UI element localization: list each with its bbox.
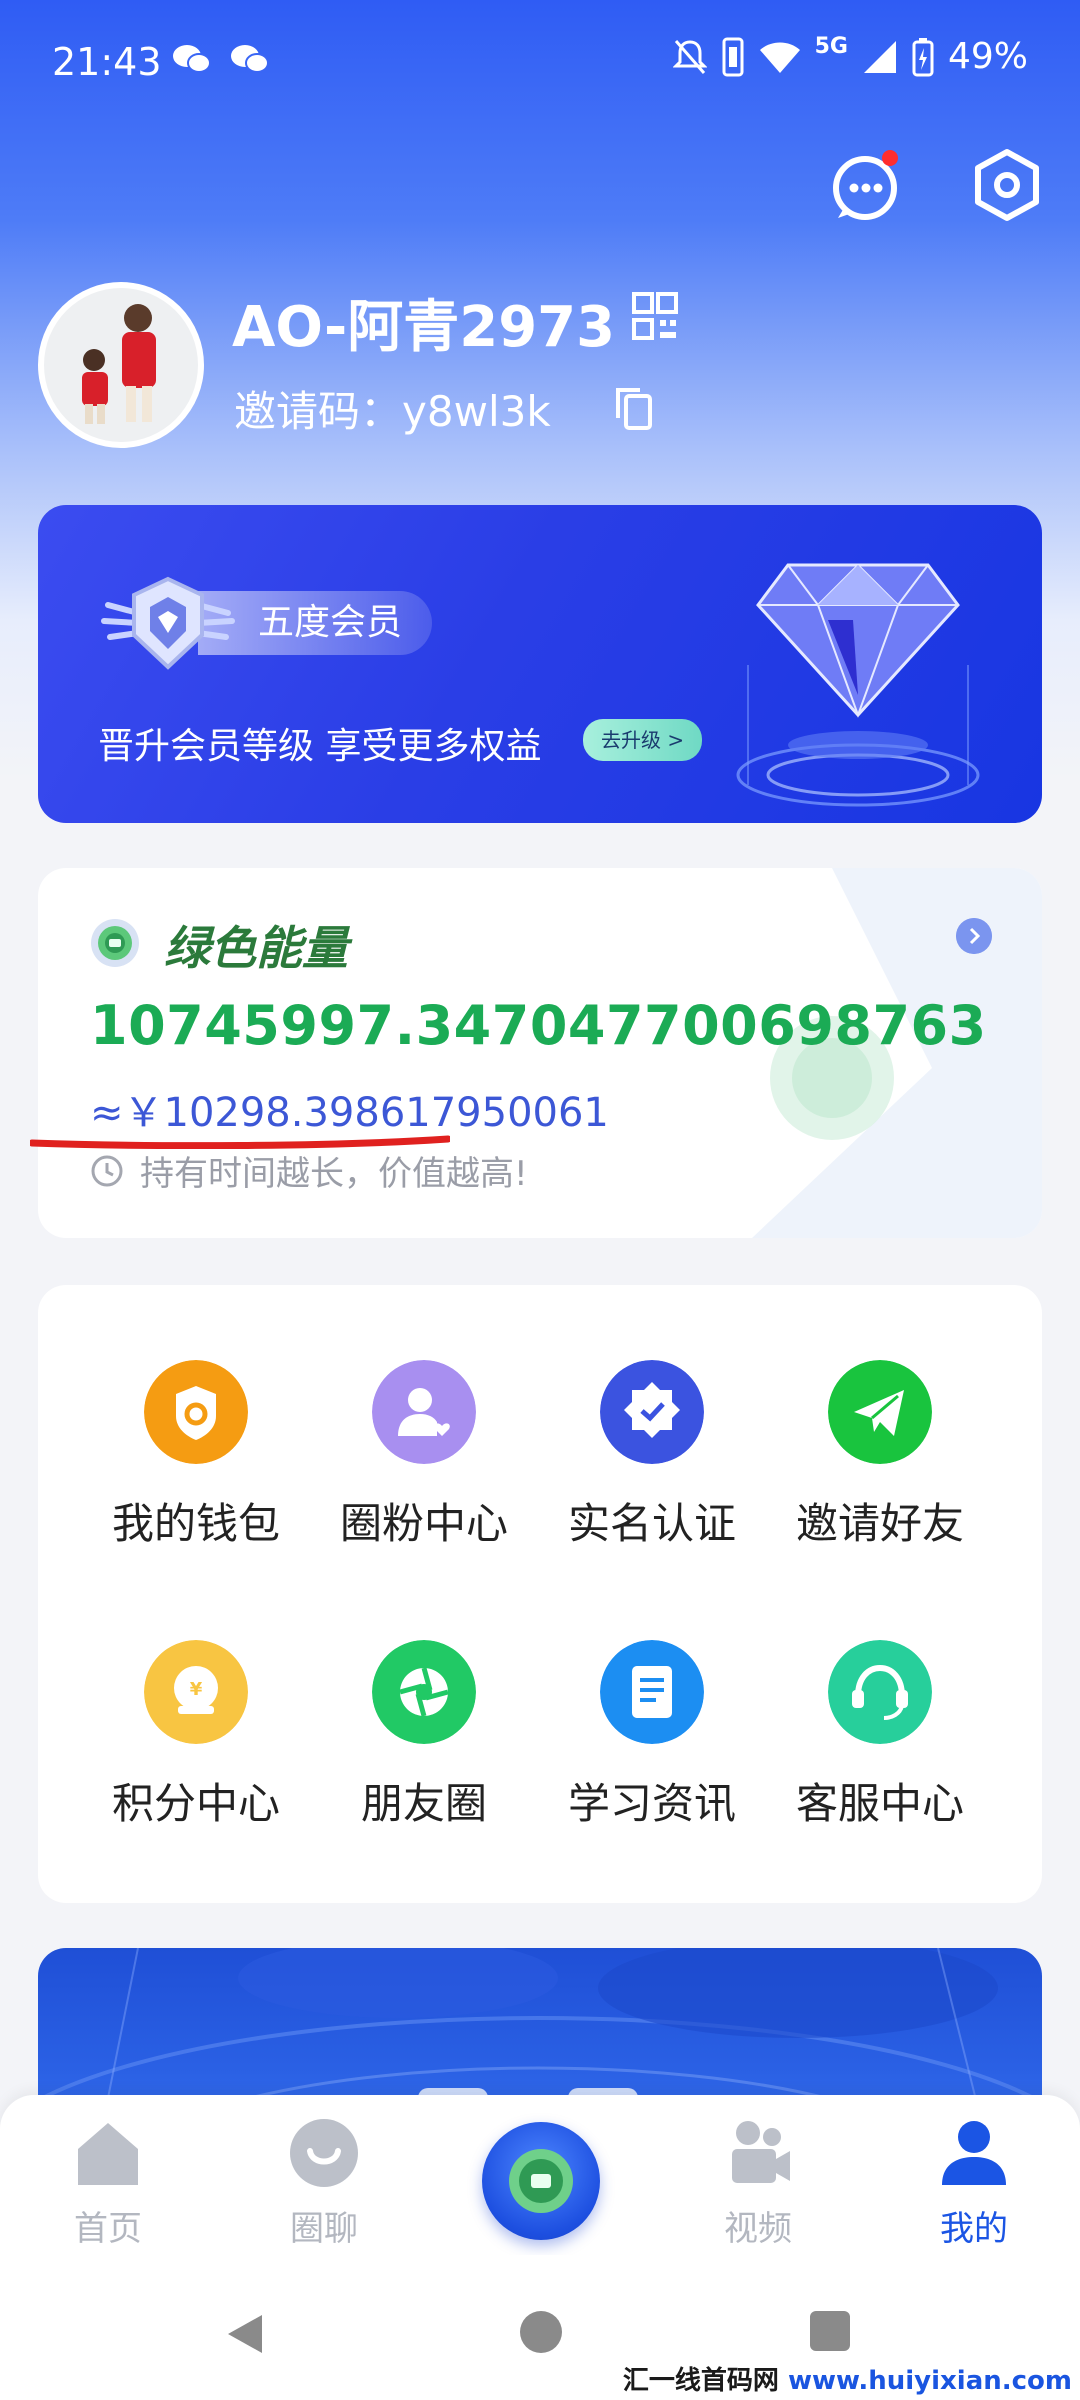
avatar[interactable] (38, 282, 204, 448)
news-icon (600, 1640, 704, 1744)
battery-icon (912, 37, 934, 76)
tab-label: 首页 (74, 2209, 142, 2249)
tab-label: 我的 (940, 2209, 1008, 2249)
tab-video[interactable]: 视频 (688, 2115, 828, 2249)
watermark-text: 汇一线首码网 (622, 2366, 779, 2396)
avatar-photo (44, 288, 198, 442)
grid-item-label: 朋友圈 (360, 1779, 487, 1828)
invite-code-row: 邀请码：y8wl3k (234, 378, 551, 439)
tab-home[interactable]: 首页 (38, 2115, 178, 2249)
points-icon: ¥ (144, 1640, 248, 1744)
home-icon (78, 2123, 138, 2185)
wallet-icon (144, 1360, 248, 1464)
grid-item-points-center[interactable]: ¥ 积分中心 (81, 1640, 311, 1840)
tab-mine[interactable]: 我的 (904, 2115, 1044, 2249)
header-background (0, 0, 1080, 1000)
grid-item-label: 积分中心 (111, 1779, 280, 1828)
invite-code-value: y8wl3k (402, 387, 551, 436)
mute-icon (672, 39, 707, 74)
feature-grid: 我的钱包 圈粉中心 实名认证 邀请好友 ¥ 积分中心 朋友圈 学习资讯 客服中心 (38, 1285, 1042, 1903)
battery-percent: 49% (947, 36, 1028, 77)
profile-icon (942, 2121, 1006, 2185)
vip-description: 晋升会员等级 享受更多权益 (98, 726, 542, 767)
tab-label: 圈聊 (290, 2209, 358, 2249)
grid-item-label: 实名认证 (567, 1499, 736, 1548)
vibrate-icon (722, 37, 744, 76)
grid-item-fans-center[interactable]: 圈粉中心 (309, 1360, 539, 1560)
tab-circle-chat[interactable]: 圈聊 (254, 2115, 394, 2249)
green-energy-card[interactable]: 绿色能量 10745997.347047700698763 ≈￥10298.39… (38, 868, 1042, 1238)
rmb-equivalent-value: ≈￥10298.398617950061 (90, 1090, 609, 1136)
diamond-icon (736, 563, 980, 807)
copy-icon[interactable] (614, 386, 654, 430)
svg-text:¥: ¥ (190, 1679, 203, 1700)
red-underline-annotation (30, 1135, 450, 1149)
invite-code-label: 邀请码： (234, 387, 403, 436)
grid-item-moments[interactable]: 朋友圈 (309, 1640, 539, 1840)
upgrade-button[interactable]: 去升级 > (583, 719, 703, 761)
back-icon[interactable] (222, 2311, 268, 2357)
signal-icon (863, 40, 896, 73)
green-energy-title: 绿色能量 (164, 921, 348, 975)
settings-icon[interactable] (970, 148, 1044, 222)
vip-level-label: 五度会员 (258, 602, 403, 643)
chevron-right-icon[interactable] (956, 918, 992, 954)
green-energy-logo-icon (91, 919, 139, 967)
fans-icon (372, 1360, 476, 1464)
verify-icon (600, 1360, 704, 1464)
service-icon (828, 1640, 932, 1744)
grid-item-invite-friends[interactable]: 邀请好友 (765, 1360, 995, 1560)
chevron-right-icon: > (667, 728, 685, 752)
grid-item-real-name-verification[interactable]: 实名认证 (537, 1360, 767, 1560)
upgrade-button-label: 去升级 (601, 728, 661, 752)
energy-note: 持有时间越长，价值越高! (90, 1146, 528, 1195)
grid-item-label: 邀请好友 (795, 1499, 964, 1548)
energy-note-text: 持有时间越长，价值越高! (140, 1154, 528, 1194)
wechat-notification-icon (173, 45, 211, 73)
home-nav-icon[interactable] (520, 2311, 562, 2353)
grid-item-learning-news[interactable]: 学习资讯 (537, 1640, 767, 1840)
watermark: 汇一线首码网 www.huiyixian.com (623, 2360, 1072, 2397)
grid-item-label: 圈粉中心 (339, 1499, 508, 1548)
video-icon (732, 2121, 790, 2183)
watermark-url: www.huiyixian.com (778, 2366, 1072, 2396)
grid-item-label: 学习资讯 (567, 1779, 736, 1828)
vip-shield-icon (101, 576, 235, 670)
tab-label: 视频 (724, 2209, 792, 2249)
grid-item-label: 我的钱包 (111, 1499, 280, 1548)
grid-item-label: 客服中心 (795, 1779, 964, 1828)
invite-icon (828, 1360, 932, 1464)
status-bar: 21:43 5G 49% (0, 30, 1080, 100)
moments-icon (372, 1640, 476, 1744)
username: AO-阿青2973 (232, 295, 616, 360)
qr-code-icon[interactable] (632, 292, 678, 342)
green-energy-value: 10745997.347047700698763 (90, 994, 987, 1057)
wechat-notification-icon (231, 45, 269, 73)
system-navigation-bar: 汇一线首码网 www.huiyixian.com (0, 2255, 1080, 2400)
grid-item-wallet[interactable]: 我的钱包 (81, 1360, 311, 1560)
message-icon[interactable] (830, 148, 904, 222)
status-indicators: 5G 49% (672, 34, 1028, 77)
network-type: 5G (814, 34, 848, 59)
wifi-icon (759, 42, 800, 73)
status-time: 21:43 (52, 40, 162, 84)
vip-membership-card[interactable]: 五度会员 晋升会员等级 享受更多权益 去升级 > (38, 505, 1042, 823)
chat-icon (290, 2119, 358, 2187)
recent-apps-icon[interactable] (810, 2311, 850, 2351)
grid-item-customer-service[interactable]: 客服中心 (765, 1640, 995, 1840)
center-energy-button[interactable] (482, 2122, 600, 2240)
clock-icon (91, 1155, 123, 1186)
green-energy-logo-icon (509, 2149, 573, 2213)
